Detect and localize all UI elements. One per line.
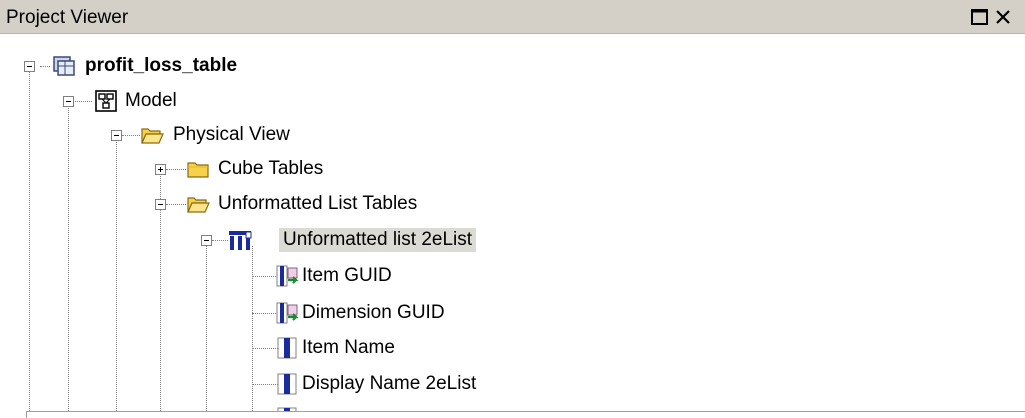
tree-stub xyxy=(122,135,140,136)
database-table-icon xyxy=(53,56,75,76)
tree-stub xyxy=(166,204,186,205)
tree-label: Physical View xyxy=(173,124,290,145)
collapse-icon[interactable] xyxy=(155,199,166,210)
tree-guide-line xyxy=(160,176,161,417)
tree-stub xyxy=(40,66,50,67)
panel-title: Project Viewer xyxy=(6,7,129,28)
model-icon xyxy=(95,90,117,112)
project-tree[interactable]: profit_loss_table Model Physical View Cu… xyxy=(0,34,1025,417)
column-icon xyxy=(277,337,297,359)
collapse-icon[interactable] xyxy=(111,130,122,141)
key-column-icon xyxy=(276,302,299,324)
tree-label: Dimension GUID xyxy=(302,302,445,323)
tree-guide-line xyxy=(206,244,207,417)
maximize-icon[interactable] xyxy=(968,5,992,29)
tree-guide-line xyxy=(68,106,69,417)
collapse-icon[interactable] xyxy=(201,235,212,246)
expand-icon[interactable] xyxy=(155,164,166,175)
tree-label: Display Name 2eList xyxy=(302,373,477,394)
tree-stub xyxy=(252,348,278,349)
tree-guide-line xyxy=(252,246,253,417)
collapse-icon[interactable] xyxy=(24,61,35,72)
folder-icon xyxy=(187,162,209,178)
close-icon[interactable] xyxy=(992,5,1016,29)
collapse-icon[interactable] xyxy=(63,96,74,107)
tree-label-selected: Unformatted list 2eList xyxy=(279,228,477,252)
tree-label: Item Name xyxy=(302,337,395,358)
tree-stub xyxy=(252,313,278,314)
tree-stub xyxy=(166,169,186,170)
tree-stub xyxy=(75,101,92,102)
key-column-icon xyxy=(276,265,299,287)
open-folder-icon xyxy=(141,128,164,144)
tree-label: Cube Tables xyxy=(218,158,324,179)
open-folder-icon xyxy=(187,197,210,213)
tree-label: Model xyxy=(125,90,177,111)
table-columns-icon xyxy=(229,231,252,250)
tree-label: Unformatted List Tables xyxy=(218,193,418,214)
tree-guide-line xyxy=(29,70,30,417)
tree-stub xyxy=(252,276,278,277)
panel-titlebar: Project Viewer xyxy=(0,0,1025,34)
tree-guide-line xyxy=(116,140,117,417)
column-icon xyxy=(277,373,297,395)
tree-label: Item GUID xyxy=(302,265,392,286)
tree-stub xyxy=(252,384,278,385)
tree-stub xyxy=(212,240,228,241)
tree-label: profit_loss_table xyxy=(85,55,238,76)
